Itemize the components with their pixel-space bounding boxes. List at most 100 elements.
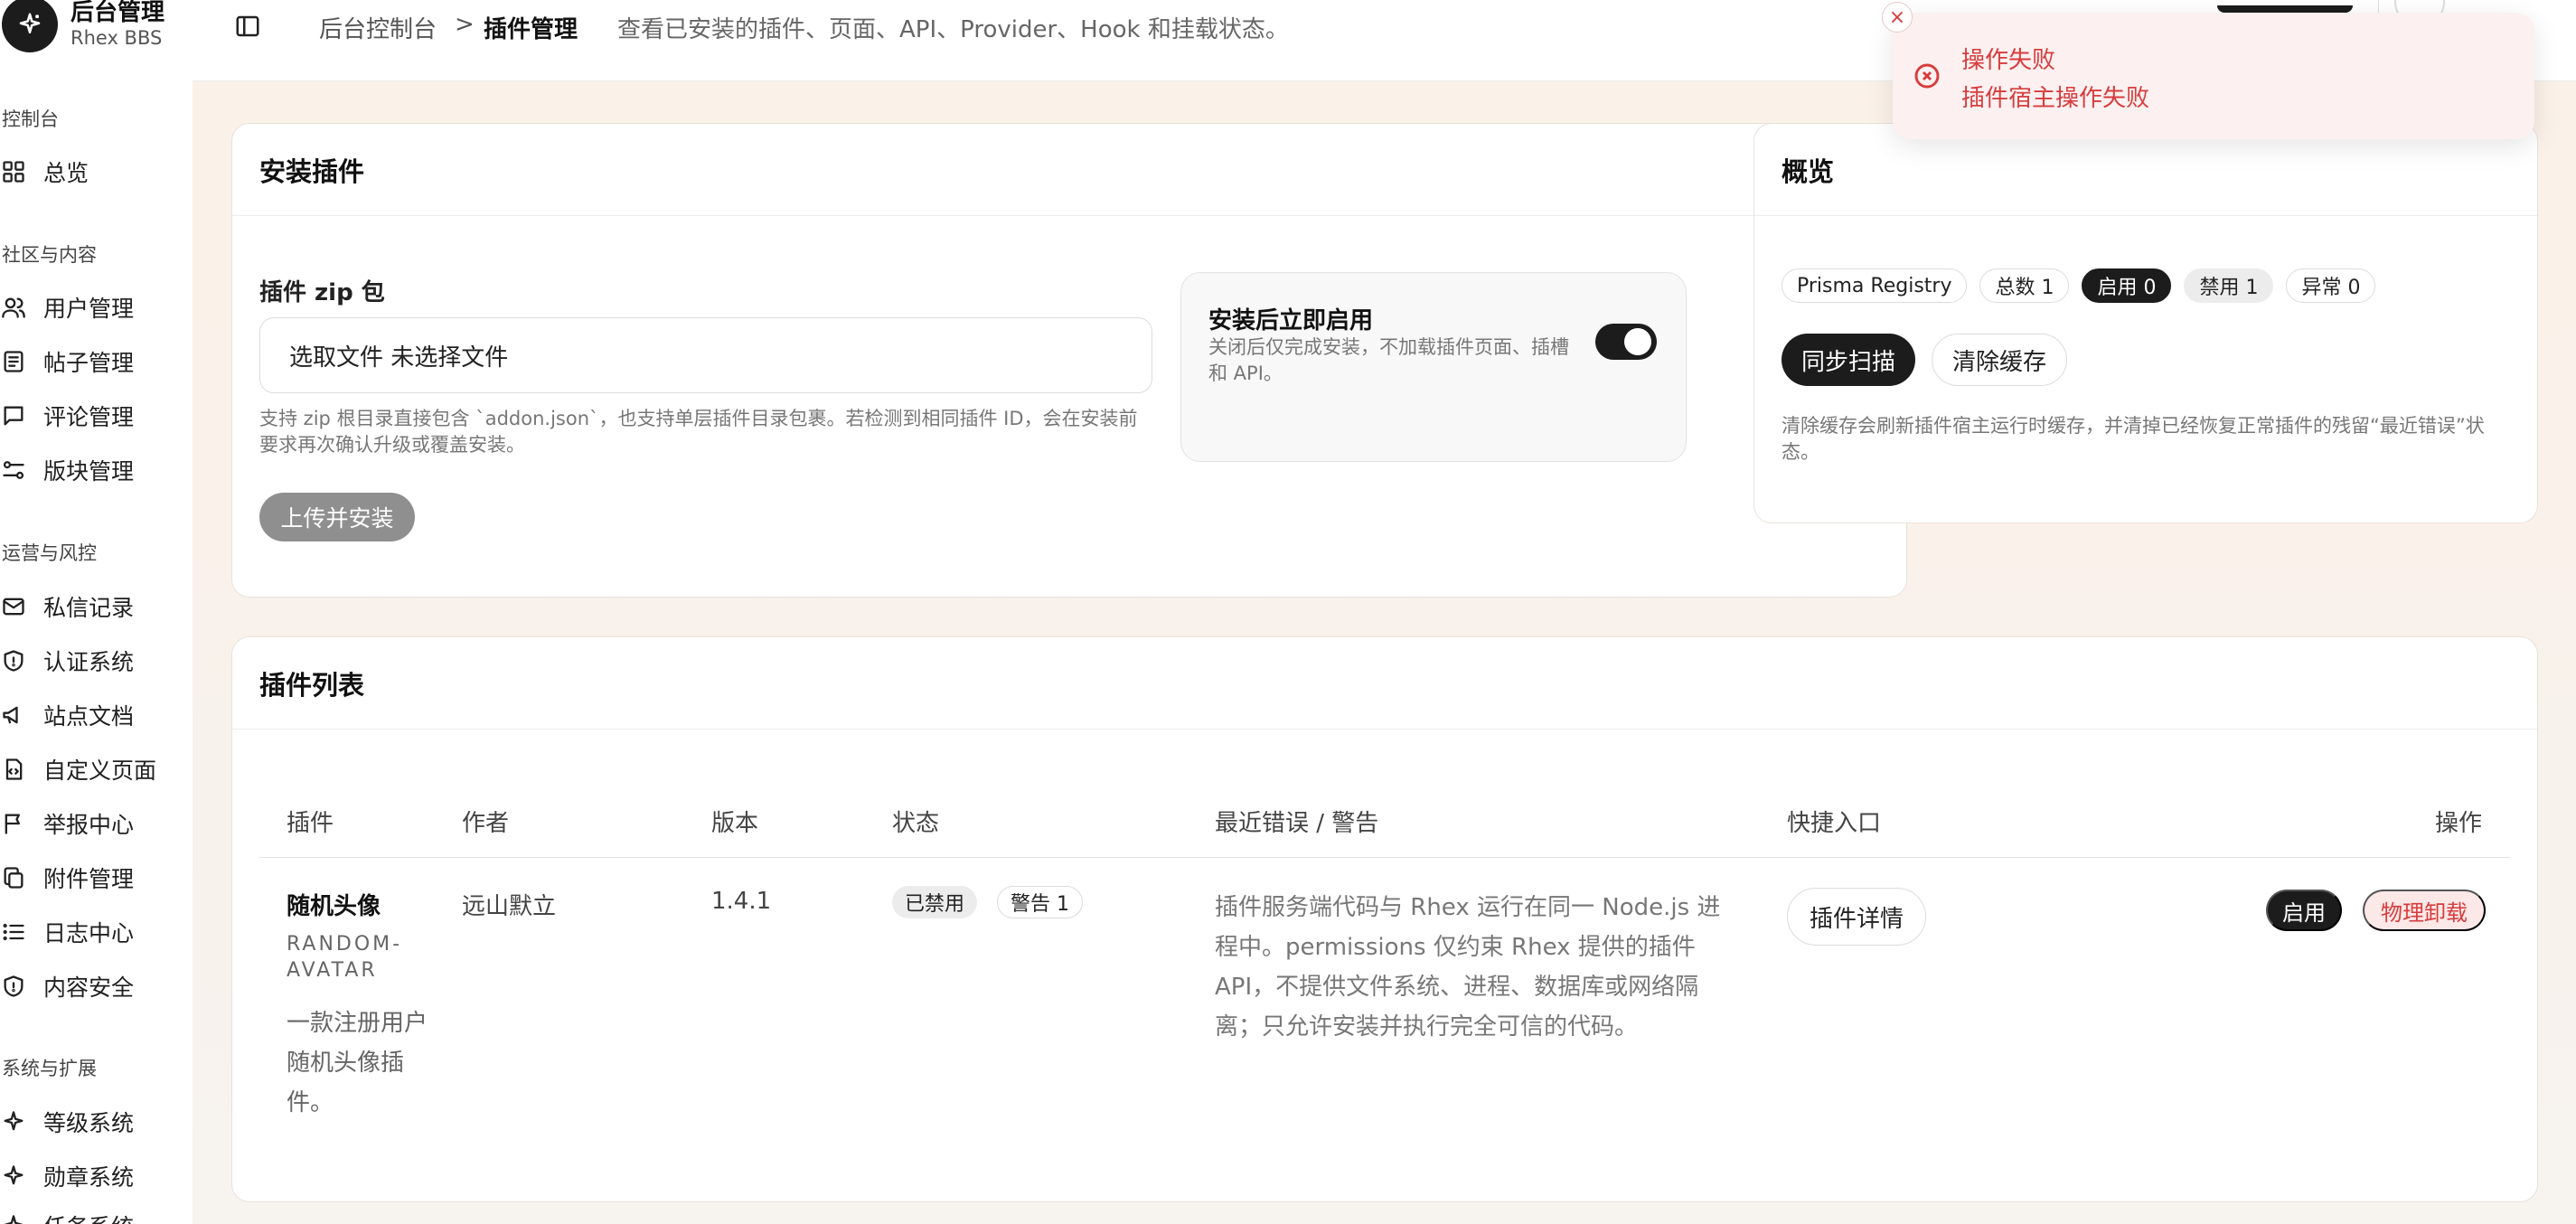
plugin-slug: RANDOM-AVATAR: [287, 933, 403, 982]
sidebar: 后台管理 Rhex BBS 控制台 总览 社区与内容 用户管理 帖子管理 评论管…: [0, 0, 193, 1224]
enable-plugin-button[interactable]: 启用: [2266, 890, 2342, 931]
header-action-button[interactable]: [2217, 5, 2353, 13]
flag-icon: [0, 810, 27, 837]
column-header-author: 作者: [462, 810, 510, 837]
plugin-list-title: 插件列表: [232, 637, 2537, 730]
enable-after-install-toggle[interactable]: [1595, 324, 1657, 360]
sidebar-item-label: 帖子管理: [43, 350, 135, 376]
sidebar-item-site-docs[interactable]: 站点文档: [0, 697, 190, 733]
toast-close-button[interactable]: ×: [1882, 2, 1913, 33]
sidebar-item-label: 举报中心: [43, 812, 135, 838]
sidebar-item-label: 附件管理: [43, 866, 135, 892]
sidebar-item-label: 总览: [43, 160, 89, 186]
users-icon: [0, 294, 27, 321]
breadcrumb-separator: >: [455, 11, 475, 38]
error-toast: [1893, 13, 2534, 139]
zip-file-input[interactable]: 选取文件 未选择文件: [259, 317, 1152, 393]
brand-title: 后台管理: [71, 0, 165, 26]
column-header-plugin: 插件: [287, 810, 334, 837]
plugin-author: 远山默立: [462, 893, 557, 920]
sidebar-item-users[interactable]: 用户管理: [0, 289, 190, 325]
nav-group-community: 社区与内容: [2, 244, 97, 266]
sidebar-item-levels[interactable]: 等级系统: [0, 1104, 190, 1140]
column-header-actions: 操作: [2435, 810, 2483, 837]
list-icon: [0, 918, 27, 946]
install-plugin-card: 安装插件 插件 zip 包 选取文件 未选择文件 支持 zip 根目录直接包含 …: [231, 123, 1907, 598]
sidebar-item-posts[interactable]: 帖子管理: [0, 344, 190, 380]
grid-icon: [0, 158, 27, 185]
megaphone-icon: [0, 701, 27, 729]
brand[interactable]: 后台管理 Rhex BBS: [0, 0, 165, 52]
uninstall-plugin-button[interactable]: 物理卸载: [2363, 890, 2486, 931]
error-count-pill: 异常 0: [2286, 268, 2376, 303]
sparkles-logo-icon: [2, 0, 58, 52]
sidebar-item-verification[interactable]: 认证系统: [0, 643, 190, 679]
sidebar-item-logs[interactable]: 日志中心: [0, 914, 190, 950]
sidebar-item-label: 评论管理: [43, 404, 135, 430]
sidebar-item-label: 认证系统: [43, 649, 135, 675]
warning-badge: 警告 1: [997, 886, 1083, 918]
sidebar-item-label: 私信记录: [43, 595, 135, 621]
sidebar-item-comments[interactable]: 评论管理: [0, 398, 190, 434]
breadcrumb-root[interactable]: 后台控制台: [319, 11, 437, 44]
brand-subtitle: Rhex BBS: [71, 27, 163, 49]
sparkles-icon: [0, 1163, 27, 1190]
sidebar-item-label: 自定义页面: [43, 758, 157, 784]
overview-card: 概览 Prisma Registry 总数 1 启用 0 禁用 1 异常 0 同…: [1753, 123, 2538, 523]
column-header-errors: 最近错误 / 警告: [1215, 810, 1379, 837]
enable-after-install-title: 安装后立即启用: [1208, 307, 1374, 334]
sync-scan-button[interactable]: 同步扫描: [1782, 334, 1916, 386]
sidebar-item-label: 日志中心: [43, 920, 135, 946]
plugin-name: 随机头像: [287, 893, 381, 920]
sidebar-item-label: 站点文档: [43, 703, 135, 730]
disabled-count-pill: 禁用 1: [2184, 268, 2274, 303]
sidebar-item-tasks[interactable]: 任务系统: [0, 1208, 190, 1224]
plugin-details-button[interactable]: 插件详情: [1787, 888, 1927, 946]
file-code-icon: [0, 756, 27, 783]
sidebar-toggle-icon[interactable]: [234, 13, 261, 40]
registry-pill: Prisma Registry: [1782, 268, 1968, 303]
sidebar-item-label: 用户管理: [43, 296, 135, 322]
zip-help-text: 支持 zip 根目录直接包含 `addon.json`，也支持单层插件目录包裹。…: [259, 408, 1138, 456]
sidebar-item-content-safety[interactable]: 内容安全: [0, 968, 190, 1004]
shield-icon: [0, 973, 27, 1000]
sidebar-item-label: 版块管理: [43, 458, 135, 485]
toast-message: 插件宿主操作失败: [1961, 85, 2150, 112]
table-header-divider: [259, 857, 2510, 858]
overview-stats: Prisma Registry 总数 1 启用 0 禁用 1 异常 0: [1782, 268, 2376, 303]
sliders-icon: [0, 457, 27, 484]
column-header-status: 状态: [892, 810, 940, 837]
install-card-title: 安装插件: [232, 124, 1906, 216]
sidebar-item-overview[interactable]: 总览: [0, 154, 190, 190]
enabled-count-pill: 启用 0: [2082, 268, 2172, 303]
nav-group-operations: 运营与风控: [2, 542, 97, 564]
plugin-description: 一款注册用户随机头像插件。: [287, 1010, 428, 1116]
copy-icon: [0, 864, 27, 891]
sparkles-icon: [0, 1108, 27, 1135]
message-square-icon: [0, 402, 27, 429]
clear-cache-note: 清除缓存会刷新插件宿主运行时缓存，并清掉已经恢复正常插件的残留“最近错误”状态。: [1782, 415, 2485, 463]
zip-field-label: 插件 zip 包: [259, 279, 385, 306]
column-header-version: 版本: [711, 810, 759, 837]
clear-cache-button[interactable]: 清除缓存: [1932, 334, 2068, 386]
sidebar-item-messages[interactable]: 私信记录: [0, 588, 190, 625]
upload-install-button[interactable]: 上传并安装: [259, 493, 415, 541]
error-circle-icon: [1913, 61, 1941, 90]
sidebar-item-label: 等级系统: [43, 1110, 135, 1136]
total-count-pill: 总数 1: [1979, 268, 2070, 303]
sidebar-item-reports[interactable]: 举报中心: [0, 805, 190, 842]
enable-after-install-box: 安装后立即启用 关闭后仅完成安装，不加载插件页面、插槽和 API。: [1180, 272, 1687, 462]
sidebar-item-boards[interactable]: 版块管理: [0, 452, 190, 488]
nav-group-system: 系统与扩展: [2, 1058, 97, 1079]
sidebar-item-attachments[interactable]: 附件管理: [0, 860, 190, 896]
sidebar-item-label: 任务系统: [43, 1210, 134, 1224]
shield-icon: [0, 647, 27, 674]
document-icon: [0, 348, 27, 375]
sidebar-item-badges[interactable]: 勋章系统: [0, 1158, 190, 1194]
enable-after-install-desc: 关闭后仅完成安装，不加载插件页面、插槽和 API。: [1208, 336, 1569, 384]
plugin-warning-message: 插件服务端代码与 Rhex 运行在同一 Node.js 进程中。permissi…: [1215, 894, 1721, 1040]
toggle-knob: [1624, 328, 1651, 355]
sidebar-item-custom-pages[interactable]: 自定义页面: [0, 751, 190, 787]
page-description: 查看已安装的插件、页面、API、Provider、Hook 和挂载状态。: [617, 16, 1289, 43]
column-header-shortcut: 快捷入口: [1787, 810, 1882, 837]
